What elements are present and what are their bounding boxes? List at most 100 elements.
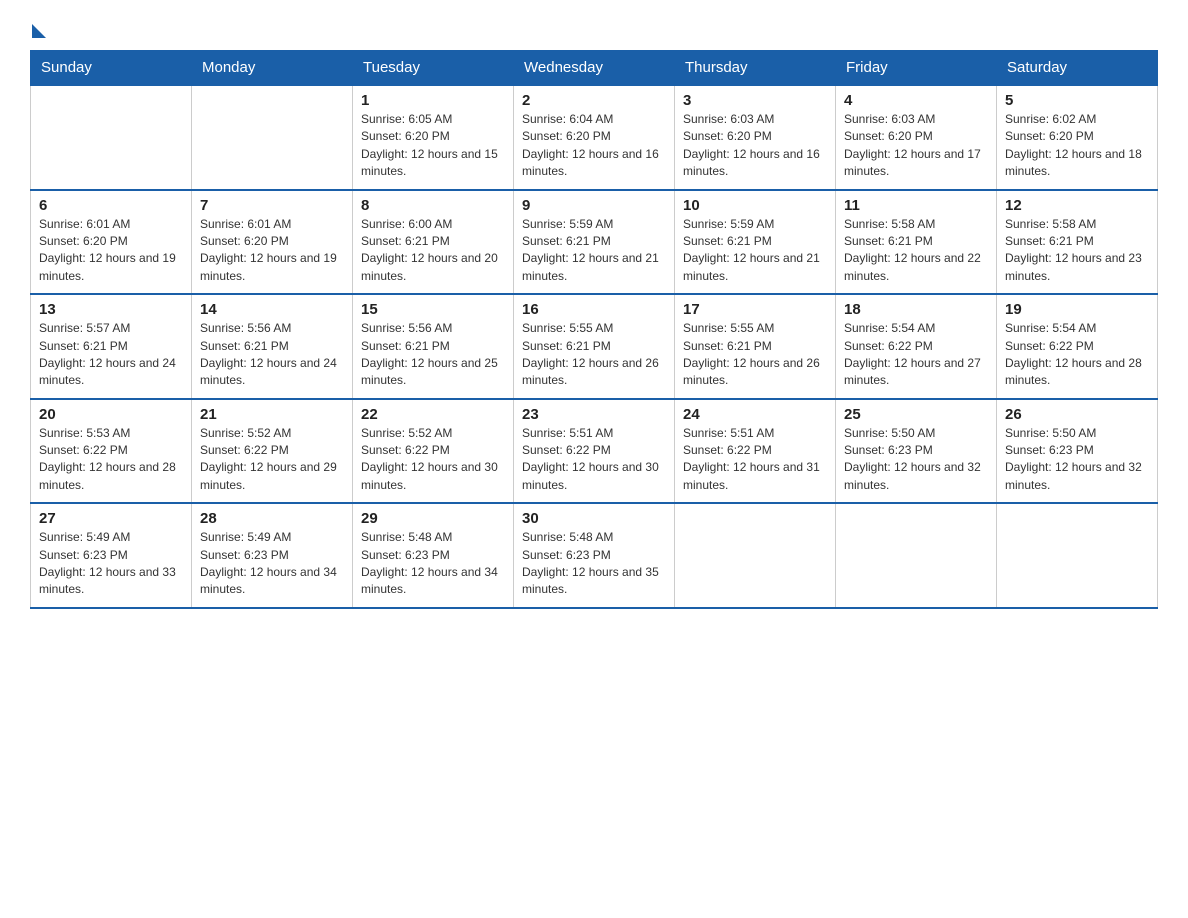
calendar-week-row: 27 Sunrise: 5:49 AMSunset: 6:23 PMDayligh… <box>31 503 1158 608</box>
day-number: 6 <box>39 197 183 214</box>
calendar-cell: 28 Sunrise: 5:49 AMSunset: 6:23 PMDayligh… <box>192 503 353 608</box>
day-info: Sunrise: 5:48 AMSunset: 6:23 PMDaylight:… <box>522 529 666 599</box>
day-info: Sunrise: 5:50 AMSunset: 6:23 PMDaylight:… <box>844 425 988 495</box>
day-info: Sunrise: 5:48 AMSunset: 6:23 PMDaylight:… <box>361 529 505 599</box>
day-number: 4 <box>844 92 988 109</box>
day-number: 26 <box>1005 406 1149 423</box>
day-number: 15 <box>361 301 505 318</box>
day-info: Sunrise: 5:58 AMSunset: 6:21 PMDaylight:… <box>844 216 988 286</box>
calendar-cell <box>31 85 192 190</box>
day-number: 25 <box>844 406 988 423</box>
calendar-cell: 15Sunrise: 5:56 AMSunset: 6:21 PMDayligh… <box>353 294 514 399</box>
day-info: Sunrise: 6:01 AMSunset: 6:20 PMDaylight:… <box>39 216 183 286</box>
calendar-cell: 14 Sunrise: 5:56 AMSunset: 6:21 PMDayligh… <box>192 294 353 399</box>
logo-arrow-icon <box>32 24 46 38</box>
calendar-cell <box>192 85 353 190</box>
calendar-cell: 18 Sunrise: 5:54 AMSunset: 6:22 PMDayligh… <box>836 294 997 399</box>
weekday-header-tuesday: Tuesday <box>353 51 514 86</box>
day-info: Sunrise: 5:49 AMSunset: 6:23 PMDaylight:… <box>39 529 183 599</box>
calendar-week-row: 20 Sunrise: 5:53 AMSunset: 6:22 PMDayligh… <box>31 399 1158 504</box>
calendar-cell: 12 Sunrise: 5:58 AMSunset: 6:21 PMDayligh… <box>997 190 1158 295</box>
day-info: Sunrise: 5:52 AMSunset: 6:22 PMDaylight:… <box>200 425 344 495</box>
day-number: 18 <box>844 301 988 318</box>
day-number: 16 <box>522 301 666 318</box>
calendar-cell <box>675 503 836 608</box>
day-info: Sunrise: 5:51 AMSunset: 6:22 PMDaylight:… <box>522 425 666 495</box>
day-info: Sunrise: 5:53 AMSunset: 6:22 PMDaylight:… <box>39 425 183 495</box>
calendar-table: SundayMondayTuesdayWednesdayThursdayFrid… <box>30 50 1158 609</box>
day-number: 5 <box>1005 92 1149 109</box>
weekday-header-thursday: Thursday <box>675 51 836 86</box>
day-number: 12 <box>1005 197 1149 214</box>
calendar-cell: 25 Sunrise: 5:50 AMSunset: 6:23 PMDayligh… <box>836 399 997 504</box>
calendar-cell: 23 Sunrise: 5:51 AMSunset: 6:22 PMDayligh… <box>514 399 675 504</box>
weekday-header-monday: Monday <box>192 51 353 86</box>
calendar-cell: 16 Sunrise: 5:55 AMSunset: 6:21 PMDayligh… <box>514 294 675 399</box>
day-info: Sunrise: 5:50 AMSunset: 6:23 PMDaylight:… <box>1005 425 1149 495</box>
day-info: Sunrise: 5:54 AMSunset: 6:22 PMDaylight:… <box>844 320 988 390</box>
day-info: Sunrise: 5:55 AMSunset: 6:21 PMDaylight:… <box>522 320 666 390</box>
page-header <box>30 20 1158 34</box>
calendar-cell: 22 Sunrise: 5:52 AMSunset: 6:22 PMDayligh… <box>353 399 514 504</box>
day-info: Sunrise: 5:57 AMSunset: 6:21 PMDaylight:… <box>39 320 183 390</box>
day-info: Sunrise: 5:56 AMSunset: 6:21 PMDaylight:… <box>200 320 344 390</box>
calendar-cell: 10 Sunrise: 5:59 AMSunset: 6:21 PMDayligh… <box>675 190 836 295</box>
calendar-cell: 20 Sunrise: 5:53 AMSunset: 6:22 PMDayligh… <box>31 399 192 504</box>
weekday-header-sunday: Sunday <box>31 51 192 86</box>
day-info: Sunrise: 5:59 AMSunset: 6:21 PMDaylight:… <box>522 216 666 286</box>
day-number: 1 <box>361 92 505 109</box>
day-info: Sunrise: 6:00 AMSunset: 6:21 PMDaylight:… <box>361 216 505 286</box>
day-number: 29 <box>361 510 505 527</box>
day-number: 27 <box>39 510 183 527</box>
calendar-cell: 17 Sunrise: 5:55 AMSunset: 6:21 PMDayligh… <box>675 294 836 399</box>
day-info: Sunrise: 5:51 AMSunset: 6:22 PMDaylight:… <box>683 425 827 495</box>
day-number: 24 <box>683 406 827 423</box>
day-info: Sunrise: 5:59 AMSunset: 6:21 PMDaylight:… <box>683 216 827 286</box>
calendar-cell: 4 Sunrise: 6:03 AMSunset: 6:20 PMDaylight… <box>836 85 997 190</box>
day-info: Sunrise: 5:54 AMSunset: 6:22 PMDaylight:… <box>1005 320 1149 390</box>
weekday-header-friday: Friday <box>836 51 997 86</box>
day-number: 23 <box>522 406 666 423</box>
day-info: Sunrise: 5:58 AMSunset: 6:21 PMDaylight:… <box>1005 216 1149 286</box>
calendar-cell: 7 Sunrise: 6:01 AMSunset: 6:20 PMDaylight… <box>192 190 353 295</box>
calendar-cell: 3 Sunrise: 6:03 AMSunset: 6:20 PMDaylight… <box>675 85 836 190</box>
calendar-cell: 26 Sunrise: 5:50 AMSunset: 6:23 PMDayligh… <box>997 399 1158 504</box>
day-info: Sunrise: 6:01 AMSunset: 6:20 PMDaylight:… <box>200 216 344 286</box>
calendar-cell: 2Sunrise: 6:04 AMSunset: 6:20 PMDaylight… <box>514 85 675 190</box>
calendar-cell: 24 Sunrise: 5:51 AMSunset: 6:22 PMDayligh… <box>675 399 836 504</box>
day-info: Sunrise: 6:05 AMSunset: 6:20 PMDaylight:… <box>361 111 505 181</box>
day-info: Sunrise: 5:55 AMSunset: 6:21 PMDaylight:… <box>683 320 827 390</box>
day-info: Sunrise: 5:49 AMSunset: 6:23 PMDaylight:… <box>200 529 344 599</box>
day-number: 19 <box>1005 301 1149 318</box>
day-info: Sunrise: 6:03 AMSunset: 6:20 PMDaylight:… <box>683 111 827 181</box>
calendar-week-row: 6 Sunrise: 6:01 AMSunset: 6:20 PMDaylight… <box>31 190 1158 295</box>
calendar-cell <box>997 503 1158 608</box>
calendar-cell: 11 Sunrise: 5:58 AMSunset: 6:21 PMDayligh… <box>836 190 997 295</box>
day-number: 21 <box>200 406 344 423</box>
day-info: Sunrise: 5:52 AMSunset: 6:22 PMDaylight:… <box>361 425 505 495</box>
day-number: 7 <box>200 197 344 214</box>
weekday-header-row: SundayMondayTuesdayWednesdayThursdayFrid… <box>31 51 1158 86</box>
day-number: 3 <box>683 92 827 109</box>
calendar-week-row: 13 Sunrise: 5:57 AMSunset: 6:21 PMDayligh… <box>31 294 1158 399</box>
day-number: 22 <box>361 406 505 423</box>
logo <box>30 20 46 34</box>
day-number: 13 <box>39 301 183 318</box>
calendar-cell: 1 Sunrise: 6:05 AMSunset: 6:20 PMDaylight… <box>353 85 514 190</box>
day-number: 14 <box>200 301 344 318</box>
calendar-cell: 19 Sunrise: 5:54 AMSunset: 6:22 PMDayligh… <box>997 294 1158 399</box>
day-number: 2 <box>522 92 666 109</box>
day-number: 20 <box>39 406 183 423</box>
day-number: 10 <box>683 197 827 214</box>
day-number: 17 <box>683 301 827 318</box>
day-number: 11 <box>844 197 988 214</box>
weekday-header-wednesday: Wednesday <box>514 51 675 86</box>
day-number: 30 <box>522 510 666 527</box>
calendar-cell: 6 Sunrise: 6:01 AMSunset: 6:20 PMDaylight… <box>31 190 192 295</box>
calendar-cell: 9Sunrise: 5:59 AMSunset: 6:21 PMDaylight… <box>514 190 675 295</box>
calendar-cell: 27 Sunrise: 5:49 AMSunset: 6:23 PMDayligh… <box>31 503 192 608</box>
calendar-cell: 29 Sunrise: 5:48 AMSunset: 6:23 PMDayligh… <box>353 503 514 608</box>
day-number: 28 <box>200 510 344 527</box>
day-info: Sunrise: 6:03 AMSunset: 6:20 PMDaylight:… <box>844 111 988 181</box>
calendar-cell: 21 Sunrise: 5:52 AMSunset: 6:22 PMDayligh… <box>192 399 353 504</box>
